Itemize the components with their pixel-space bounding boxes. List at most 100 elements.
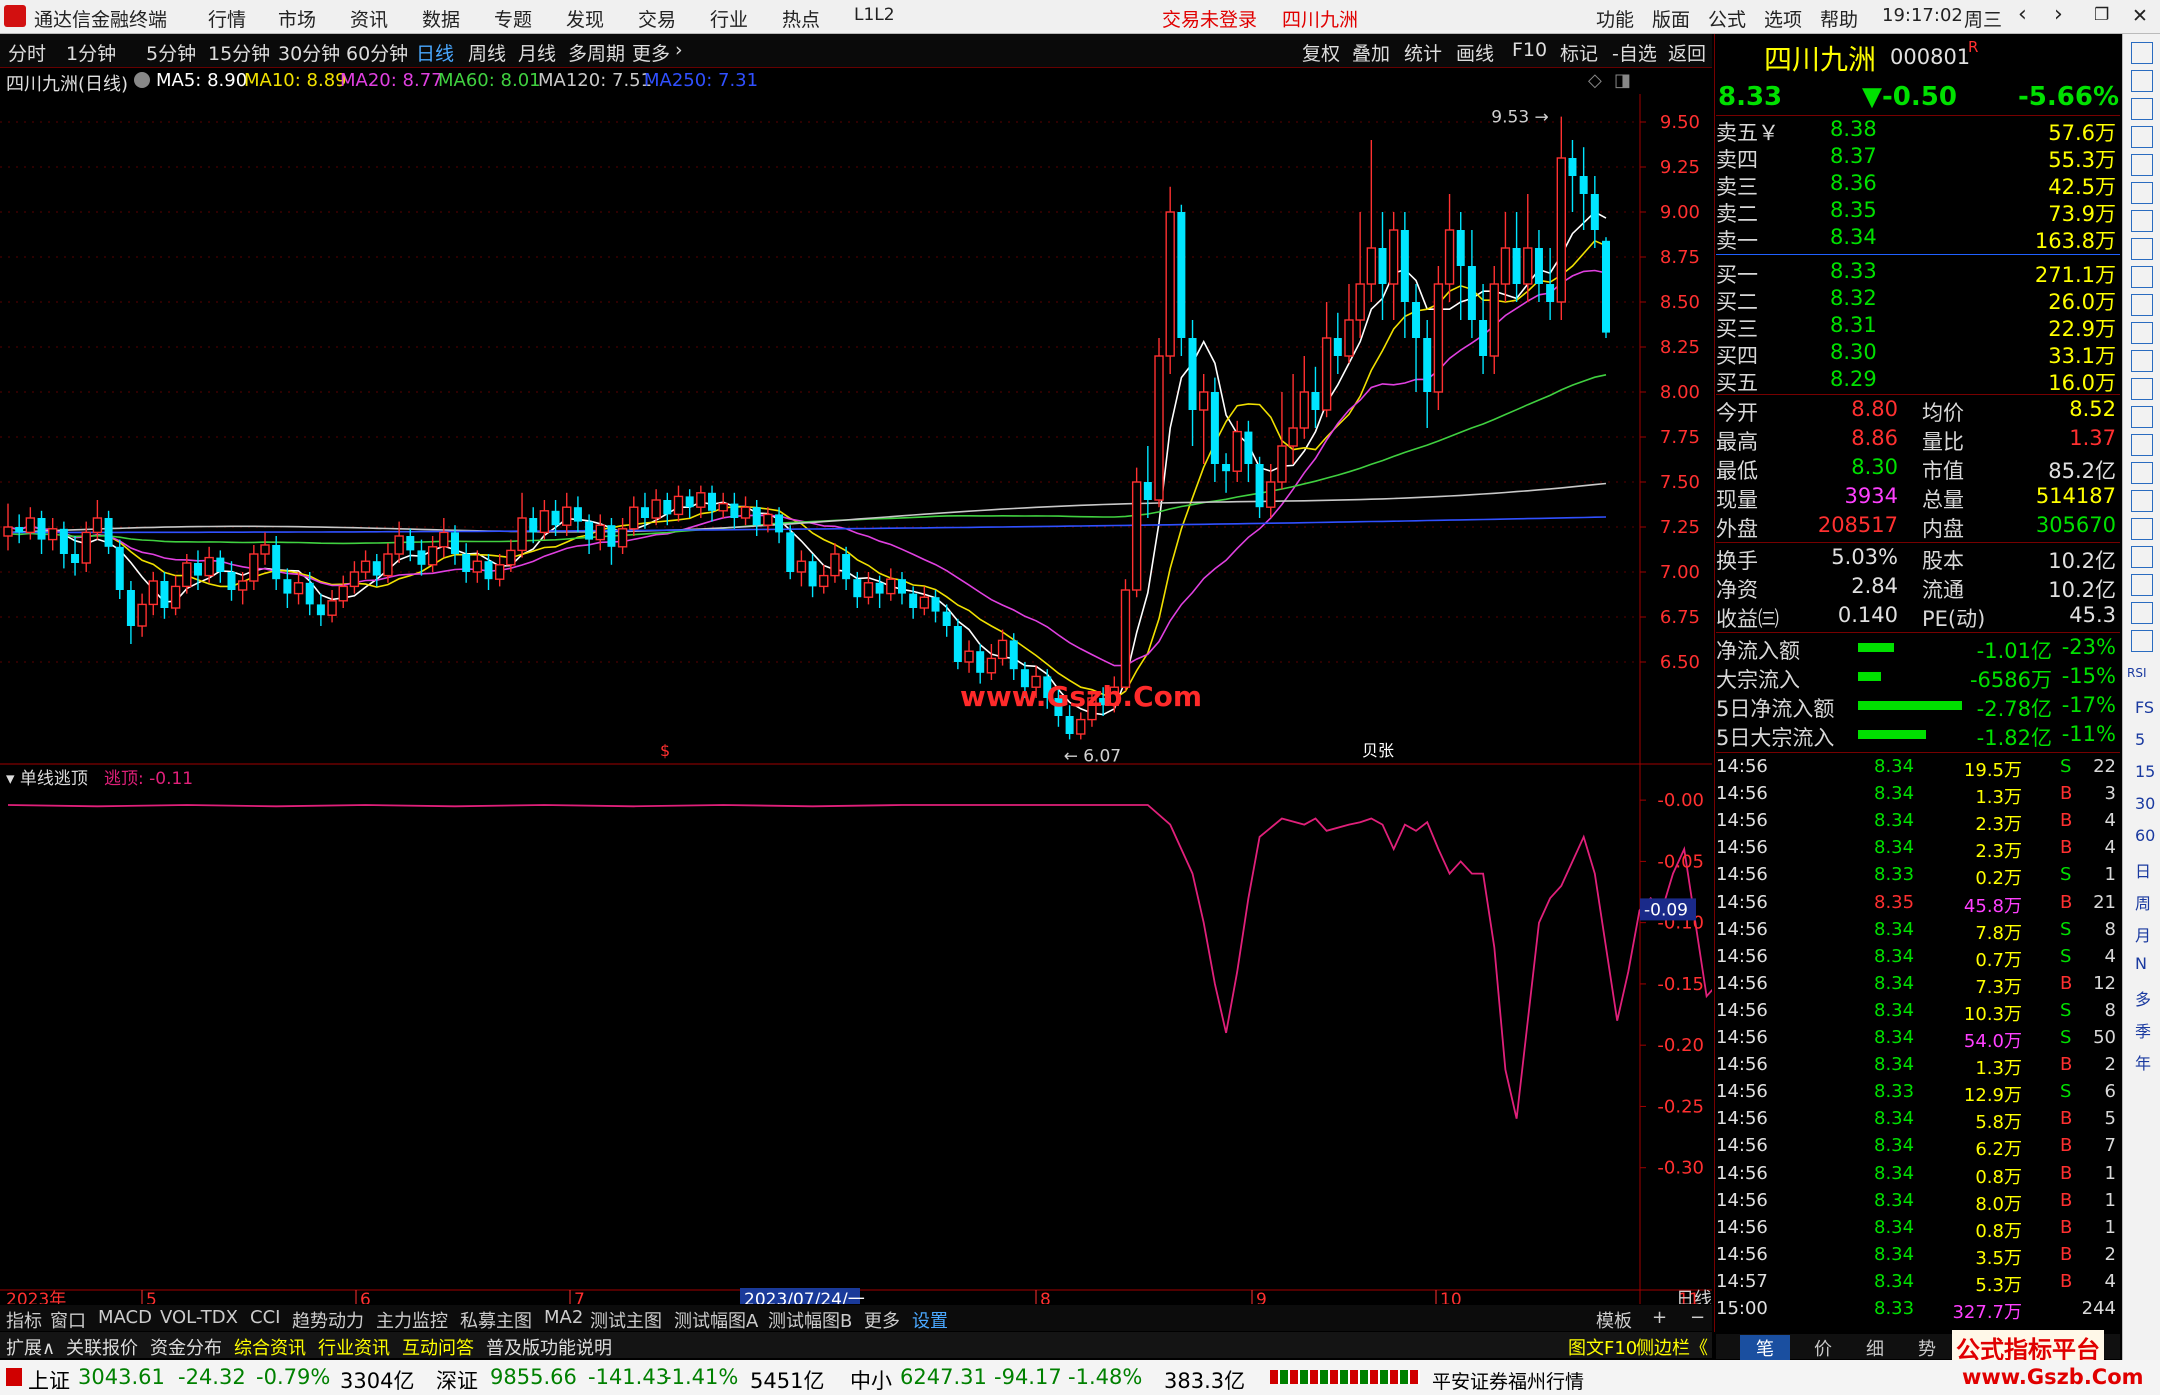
bid-row[interactable]: 买一 8.33 271.1万 xyxy=(1716,258,2120,287)
tool-statistics[interactable]: 统计 xyxy=(1404,39,1442,66)
back-arrow-icon[interactable]: ‹ xyxy=(2018,2,2027,27)
period-tab-15min[interactable]: 15分钟 xyxy=(208,39,270,66)
ask-row[interactable]: 卖五￥ 8.38 57.6万 xyxy=(1716,116,2120,145)
restore-window-icon[interactable]: ❐ xyxy=(2094,5,2109,25)
tool-sidebar-toggle[interactable]: 侧边栏《 xyxy=(1636,1334,1708,1360)
side-period-label[interactable]: 周 xyxy=(2135,890,2151,914)
tool-mark[interactable]: 标记 xyxy=(1560,39,1598,66)
tick-row[interactable]: 14:56 8.34 0.8万 B 1 xyxy=(1716,1215,2120,1242)
tick-row[interactable]: 14:56 8.34 3.5万 B 2 xyxy=(1716,1242,2120,1269)
side-period-label[interactable]: 30 xyxy=(2135,794,2155,813)
period-tab-weekly[interactable]: 周线 xyxy=(468,39,506,66)
flow-row[interactable]: 大宗流入 -6586万 -15% xyxy=(1716,663,2120,692)
tool-back[interactable]: 返回 xyxy=(1668,39,1706,66)
fund-row[interactable]: 收益㈢ 0.140 PE(动) 45.3 xyxy=(1716,602,2120,631)
ind-tab-test-sub-b[interactable]: 测试幅图B xyxy=(768,1307,852,1333)
menu-layout[interactable]: 版面 xyxy=(1652,5,1690,32)
forward-arrow-icon[interactable]: › xyxy=(2054,2,2063,27)
side-period-label[interactable]: RSI xyxy=(2127,666,2147,680)
ind-tab-indicator[interactable]: 指标 xyxy=(6,1307,42,1333)
tool-expand[interactable]: 扩展∧ xyxy=(6,1334,55,1360)
tool-icon[interactable] xyxy=(2131,322,2153,344)
period-tab-more[interactable]: 更多 xyxy=(632,39,670,66)
ind-tab-ma2[interactable]: MA2 xyxy=(544,1307,583,1328)
side-period-label[interactable]: 60 xyxy=(2135,826,2155,845)
tool-icon[interactable] xyxy=(2131,294,2153,316)
tool-feature-help[interactable]: 普及版功能说明 xyxy=(486,1334,612,1360)
ind-tab-test-main[interactable]: 测试主图 xyxy=(590,1307,662,1333)
period-tab-timeshare[interactable]: 分时 xyxy=(8,39,46,66)
menu-item-trade[interactable]: 交易 xyxy=(638,5,676,32)
tick-row[interactable]: 14:56 8.34 7.3万 B 12 xyxy=(1716,971,2120,998)
tick-row[interactable]: 14:56 8.34 54.0万 S 50 xyxy=(1716,1025,2120,1052)
tool-icon[interactable] xyxy=(2131,574,2153,596)
menu-item-topics[interactable]: 专题 xyxy=(494,5,532,32)
index-sz-name[interactable]: 深证 xyxy=(436,1365,478,1395)
bid-row[interactable]: 买二 8.32 26.0万 xyxy=(1716,285,2120,314)
tick-row[interactable]: 14:57 8.34 5.3万 B 4 xyxy=(1716,1269,2120,1296)
stat-row[interactable]: 最低 8.30 市值 85.2亿 xyxy=(1716,454,2120,483)
fund-row[interactable]: 换手 5.03% 股本 10.2亿 xyxy=(1716,544,2120,573)
tick-row[interactable]: 14:56 8.34 6.2万 B 7 xyxy=(1716,1133,2120,1160)
menu-item-l1l2[interactable]: L1L2 xyxy=(854,5,895,25)
tool-f10[interactable]: F10 xyxy=(1512,39,1547,61)
menu-item-market[interactable]: 市场 xyxy=(278,5,316,32)
side-period-label[interactable]: N xyxy=(2135,954,2147,973)
menu-item-data[interactable]: 数据 xyxy=(422,5,460,32)
fund-row[interactable]: 净资 2.84 流通 10.2亿 xyxy=(1716,573,2120,602)
right-tab-price[interactable]: 价 xyxy=(1814,1335,1832,1361)
tool-restore-rights[interactable]: 复权 xyxy=(1302,39,1340,66)
tool-f10-graphic[interactable]: 图文F10 xyxy=(1568,1334,1637,1360)
tick-row[interactable]: 14:56 8.34 7.8万 S 8 xyxy=(1716,917,2120,944)
ind-tab-more[interactable]: 更多 xyxy=(864,1307,900,1333)
tool-icon[interactable] xyxy=(2131,98,2153,120)
tool-remove-favorite[interactable]: -自选 xyxy=(1612,39,1657,66)
index-sh-name[interactable]: 上证 xyxy=(28,1365,70,1395)
period-tab-5min[interactable]: 5分钟 xyxy=(146,39,196,66)
pin-icon[interactable]: ◨ xyxy=(1614,70,1631,91)
tool-icon[interactable] xyxy=(2131,490,2153,512)
period-tab-daily[interactable]: 日线 xyxy=(416,39,454,66)
tool-icon[interactable] xyxy=(2131,546,2153,568)
tick-row[interactable]: 15:00 8.33 327.7万 244 xyxy=(1716,1296,2120,1323)
tool-icon[interactable] xyxy=(2131,70,2153,92)
ind-tab-private-main[interactable]: 私募主图 xyxy=(460,1307,532,1333)
ind-tab-macd[interactable]: MACD xyxy=(98,1307,152,1328)
tick-row[interactable]: 14:56 8.34 2.3万 B 4 xyxy=(1716,835,2120,862)
tool-qa[interactable]: 互动问答 xyxy=(402,1334,474,1360)
tool-icon[interactable] xyxy=(2131,518,2153,540)
stat-row[interactable]: 现量 3934 总量 514187 xyxy=(1716,483,2120,512)
tool-icon[interactable] xyxy=(2131,462,2153,484)
menu-item-discover[interactable]: 发现 xyxy=(566,5,604,32)
ask-row[interactable]: 卖三 8.36 42.5万 xyxy=(1716,170,2120,199)
template-button[interactable]: 模板 xyxy=(1596,1307,1632,1333)
tick-row[interactable]: 14:56 8.33 0.2万 S 1 xyxy=(1716,862,2120,889)
menu-help[interactable]: 帮助 xyxy=(1820,5,1858,32)
stat-row[interactable]: 最高 8.86 量比 1.37 xyxy=(1716,425,2120,454)
tool-icon[interactable] xyxy=(2131,154,2153,176)
close-window-icon[interactable]: ✕ xyxy=(2132,5,2148,27)
period-tab-monthly[interactable]: 月线 xyxy=(518,39,556,66)
side-period-label[interactable]: 季 xyxy=(2135,1018,2151,1042)
bid-row[interactable]: 买五 8.29 16.0万 xyxy=(1716,366,2120,395)
bid-row[interactable]: 买四 8.30 33.1万 xyxy=(1716,339,2120,368)
ask-row[interactable]: 卖二 8.35 73.9万 xyxy=(1716,197,2120,226)
side-period-label[interactable]: FS xyxy=(2135,698,2154,717)
tool-icon[interactable] xyxy=(2131,630,2153,652)
side-period-label[interactable]: 日 xyxy=(2135,858,2151,882)
tool-icon[interactable] xyxy=(2131,42,2153,64)
menu-options[interactable]: 选项 xyxy=(1764,5,1802,32)
ind-tab-test-sub-a[interactable]: 测试幅图A xyxy=(674,1307,758,1333)
tick-row[interactable]: 14:56 8.34 1.3万 B 2 xyxy=(1716,1052,2120,1079)
tool-icon[interactable] xyxy=(2131,406,2153,428)
side-period-label[interactable]: 15 xyxy=(2135,762,2155,781)
tool-industry-news[interactable]: 行业资讯 xyxy=(318,1334,390,1360)
tool-icon[interactable] xyxy=(2131,182,2153,204)
side-period-label[interactable]: 5 xyxy=(2135,730,2145,749)
stat-row[interactable]: 外盘 208517 内盘 305670 xyxy=(1716,512,2120,541)
menu-item-quotes[interactable]: 行情 xyxy=(208,5,246,32)
period-tab-multi[interactable]: 多周期 xyxy=(568,39,625,66)
side-period-label[interactable]: 年 xyxy=(2135,1050,2151,1074)
tick-row[interactable]: 14:56 8.34 1.3万 B 3 xyxy=(1716,781,2120,808)
period-tab-30min[interactable]: 30分钟 xyxy=(278,39,340,66)
